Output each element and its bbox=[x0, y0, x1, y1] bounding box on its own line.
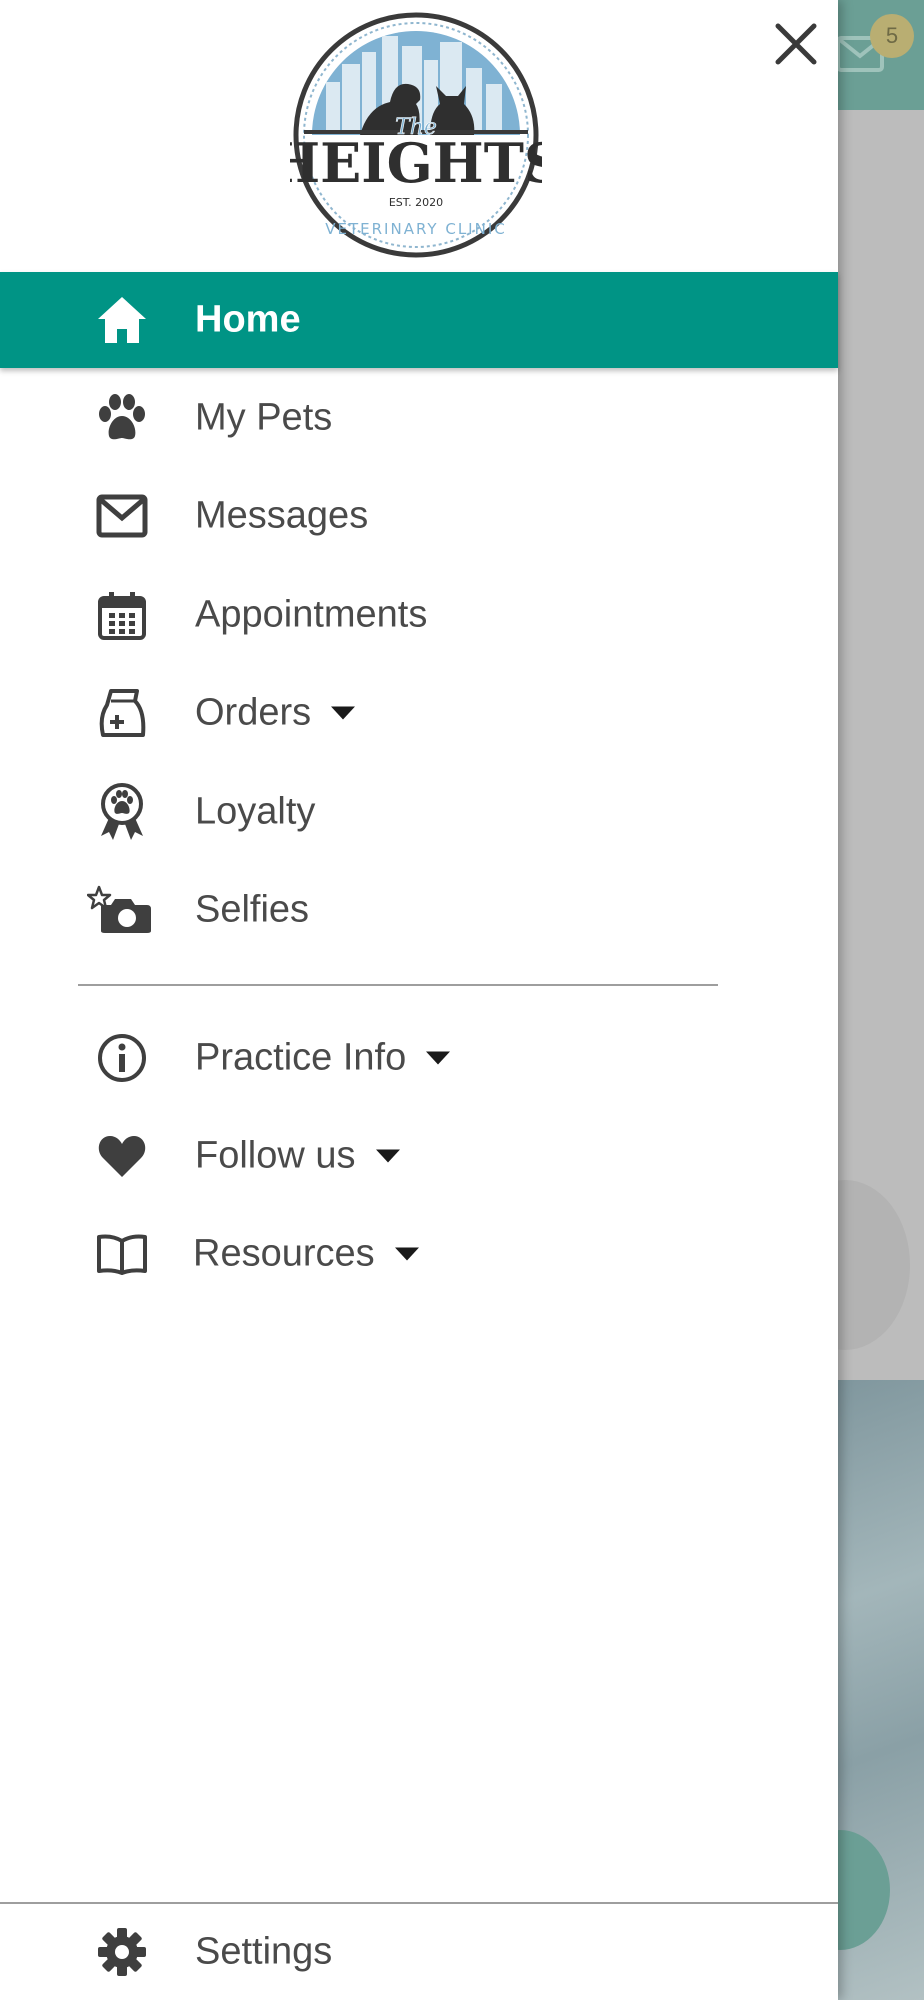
close-icon[interactable] bbox=[770, 18, 822, 70]
info-icon bbox=[92, 1028, 152, 1088]
envelope-icon bbox=[92, 486, 152, 546]
award-ribbon-icon bbox=[92, 782, 152, 842]
menu-divider bbox=[78, 984, 718, 986]
menu-item-resources[interactable]: Resources bbox=[0, 1206, 838, 1302]
home-icon bbox=[92, 290, 152, 350]
menu-item-follow-us[interactable]: Follow us bbox=[0, 1108, 838, 1204]
navigation-drawer: The HEIGHTS EST. 2020 VETERINARY CLINIC … bbox=[0, 0, 838, 2000]
menu-item-home[interactable]: Home bbox=[0, 272, 838, 368]
menu-item-label: Home bbox=[195, 298, 301, 341]
chevron-down-icon[interactable] bbox=[426, 1051, 451, 1065]
heart-icon bbox=[92, 1126, 152, 1186]
menu-item-label: Orders bbox=[195, 691, 356, 735]
menu-item-label: Settings bbox=[195, 1930, 333, 1973]
menu-item-settings[interactable]: Settings bbox=[0, 1904, 838, 2000]
orders-label: Orders bbox=[195, 691, 312, 734]
book-icon bbox=[92, 1224, 152, 1284]
menu-item-my-pets[interactable]: My Pets bbox=[0, 370, 838, 466]
menu-item-label: Messages bbox=[195, 494, 369, 537]
menu-item-appointments[interactable]: Appointments bbox=[0, 567, 838, 663]
chevron-down-icon[interactable] bbox=[331, 706, 356, 720]
menu-item-label: Selfies bbox=[195, 888, 310, 931]
notification-badge: 5 bbox=[870, 14, 914, 58]
menu-item-messages[interactable]: Messages bbox=[0, 468, 838, 564]
calendar-icon bbox=[92, 585, 152, 645]
menu-item-orders[interactable]: Orders bbox=[0, 665, 838, 761]
paw-icon bbox=[92, 388, 152, 448]
logo-est: EST. 2020 bbox=[389, 196, 443, 209]
logo-subtitle: VETERINARY CLINIC bbox=[325, 220, 506, 238]
menu-item-label: Follow us bbox=[195, 1135, 400, 1178]
menu-item-label: Practice Info bbox=[195, 1036, 451, 1080]
camera-icon bbox=[86, 880, 154, 940]
menu-item-label: Appointments bbox=[195, 593, 428, 636]
clinic-logo: The HEIGHTS EST. 2020 VETERINARY CLINIC bbox=[290, 12, 542, 258]
menu-item-label: Loyalty bbox=[195, 790, 316, 833]
menu-item-loyalty[interactable]: Loyalty bbox=[0, 764, 838, 860]
practice-info-label: Practice Info bbox=[195, 1036, 407, 1079]
chevron-down-icon[interactable] bbox=[375, 1149, 400, 1163]
resources-label: Resources bbox=[193, 1232, 375, 1275]
follow-us-label: Follow us bbox=[195, 1134, 356, 1177]
menu-item-practice-info[interactable]: Practice Info bbox=[0, 1010, 838, 1106]
food-bag-icon bbox=[92, 683, 152, 743]
menu-item-selfies[interactable]: Selfies bbox=[0, 862, 838, 958]
menu-item-label: My Pets bbox=[195, 396, 333, 439]
chevron-down-icon[interactable] bbox=[394, 1247, 419, 1261]
gear-icon bbox=[92, 1922, 152, 1982]
menu-item-label: Resources bbox=[193, 1233, 419, 1276]
logo-name: HEIGHTS bbox=[290, 131, 542, 195]
